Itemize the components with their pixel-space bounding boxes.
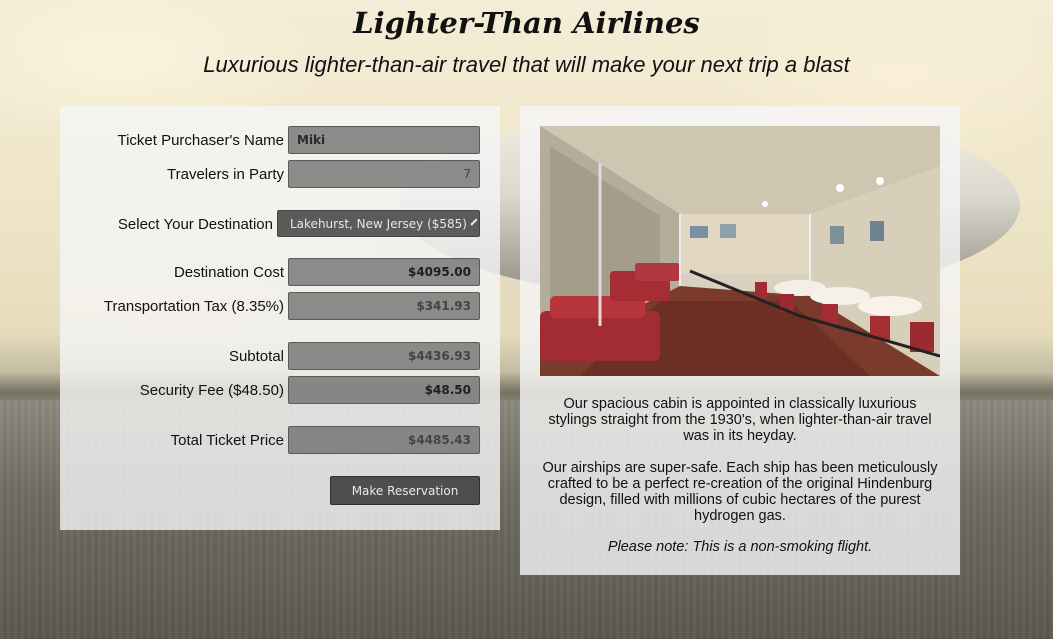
page-subtitle: Luxurious lighter-than-air travel that w… xyxy=(203,52,850,77)
destination-label: Select Your Destination xyxy=(117,216,273,233)
travelers-row: Travelers in Party 7 xyxy=(60,160,500,188)
destination-cost-label: Destination Cost xyxy=(173,264,284,281)
security-fee-label: Security Fee ($48.50) xyxy=(139,382,284,399)
cabin-description: Our spacious cabin is appointed in class… xyxy=(548,396,932,444)
page-title: Lighter-Than Airlines xyxy=(353,6,700,40)
make-reservation-button[interactable]: Make Reservation xyxy=(330,476,480,505)
subtotal-label: Subtotal xyxy=(228,348,284,365)
destination-select[interactable]: Lakehurst, New Jersey ($585) xyxy=(277,210,480,237)
chevron-down-icon xyxy=(470,217,478,226)
tax-field: $341.93 xyxy=(288,292,480,320)
security-fee-field: $48.50 xyxy=(288,376,480,404)
subtotal-row: Subtotal $4436.93 xyxy=(60,342,500,370)
security-fee-row: Security Fee ($48.50) $48.50 xyxy=(60,376,500,404)
safety-description: Our airships are super-safe. Each ship h… xyxy=(542,460,938,524)
cabin-photo xyxy=(540,126,940,376)
subtotal-field: $4436.93 xyxy=(288,342,480,370)
total-label: Total Ticket Price xyxy=(170,432,284,449)
destination-cost-field: $4095.00 xyxy=(288,258,480,286)
destination-row: Select Your Destination Lakehurst, New J… xyxy=(60,210,500,238)
destination-selected-value: Lakehurst, New Jersey ($585) xyxy=(290,216,467,231)
destination-cost-row: Destination Cost $4095.00 xyxy=(60,258,500,286)
tax-row: Transportation Tax (8.35%) $341.93 xyxy=(60,292,500,320)
tax-label: Transportation Tax (8.35%) xyxy=(103,298,284,315)
travelers-input[interactable]: 7 xyxy=(288,160,480,188)
purchaser-name-input[interactable]: Miki xyxy=(288,126,480,154)
travelers-label: Travelers in Party xyxy=(167,166,284,183)
reservation-form-panel: Ticket Purchaser's Name Miki Travelers i… xyxy=(60,106,500,530)
total-row: Total Ticket Price $4485.43 xyxy=(60,426,500,454)
purchaser-label: Ticket Purchaser's Name xyxy=(117,132,284,149)
total-field: $4485.43 xyxy=(288,426,480,454)
non-smoking-note: Please note: This is a non-smoking fligh… xyxy=(607,539,873,555)
purchaser-row: Ticket Purchaser's Name Miki xyxy=(60,126,500,154)
info-panel: Our spacious cabin is appointed in class… xyxy=(520,106,960,575)
